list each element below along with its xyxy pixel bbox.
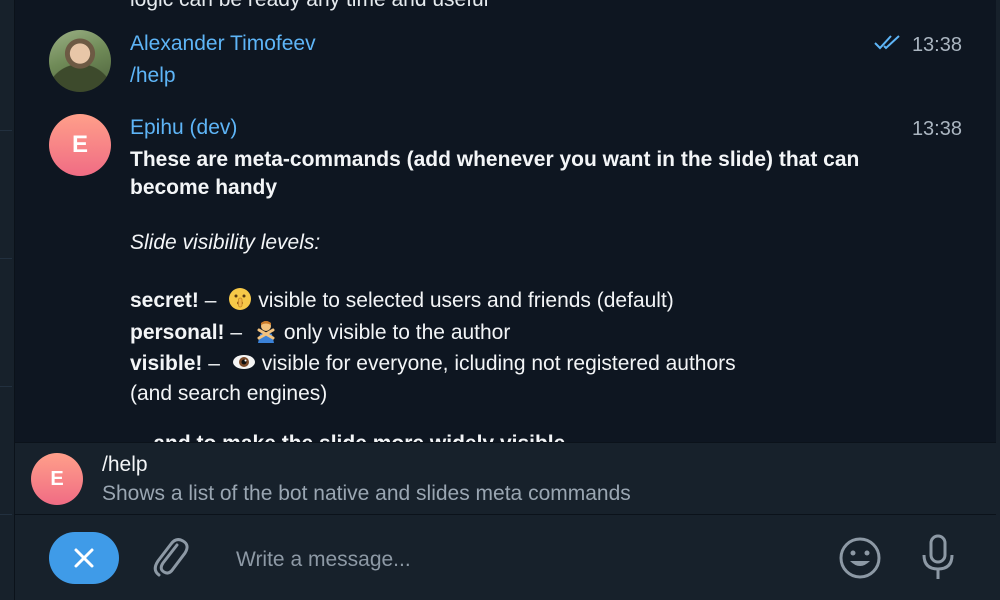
suggestion-command[interactable]: /help (102, 453, 148, 477)
level-line: visible! – visible for everyone, icludin… (130, 350, 736, 376)
eye-icon (232, 355, 255, 369)
person-gesturing-no-icon (257, 321, 275, 343)
level-dash: – (224, 321, 248, 344)
message-composer (15, 514, 996, 600)
bot-avatar: E (31, 453, 83, 505)
message-list[interactable]: logic can be ready any time and useful A… (15, 0, 996, 442)
level-description: visible for everyone, icluding not regis… (261, 352, 736, 375)
suggestion-description: Shows a list of the bot native and slide… (102, 482, 631, 505)
cut-off-text: logic can be ready any time and useful (130, 0, 488, 12)
command-link[interactable]: /help (130, 64, 176, 88)
smile-icon[interactable] (837, 535, 883, 581)
level-description: visible to selected users and friends (d… (258, 289, 674, 312)
level-dash: – (198, 289, 223, 312)
window-edge (996, 0, 1000, 600)
chat-list-edge (0, 0, 15, 600)
level-line: secret! – visible to selected users and … (130, 287, 674, 313)
visibility-heading: Slide visibility levels: (130, 231, 321, 254)
level-command: secret! (130, 289, 199, 312)
close-icon (74, 548, 94, 568)
message-author[interactable]: Epihu (dev) (130, 116, 237, 140)
level-dash: – (202, 352, 226, 375)
cut-off-next: ... and to make the slide more widely vi… (130, 432, 565, 442)
level-command: personal! (130, 321, 225, 344)
message-author[interactable]: Alexander Timofeev (130, 32, 316, 56)
level-continuation: (and search engines) (130, 382, 328, 405)
level-description: only visible to the author (283, 321, 511, 344)
message-intro: These are meta-commands (add whenever yo… (130, 148, 860, 199)
telegram-window: logic can be ready any time and useful A… (0, 0, 1000, 600)
message-time: 13:38 (911, 118, 962, 140)
level-command: visible! (130, 352, 203, 375)
microphone-icon[interactable] (920, 533, 956, 583)
command-suggestion[interactable]: E /help Shows a list of the bot native a… (15, 442, 996, 515)
message-input[interactable] (234, 545, 798, 575)
double-check-icon (874, 35, 900, 50)
shushing-face-icon (229, 288, 252, 310)
paperclip-icon[interactable] (149, 533, 191, 579)
avatar[interactable] (49, 30, 111, 92)
cancel-button[interactable] (49, 532, 119, 584)
avatar[interactable]: E (49, 114, 111, 176)
level-line: personal! – only visible to the author (130, 319, 510, 345)
message-time: 13:38 (911, 34, 962, 56)
